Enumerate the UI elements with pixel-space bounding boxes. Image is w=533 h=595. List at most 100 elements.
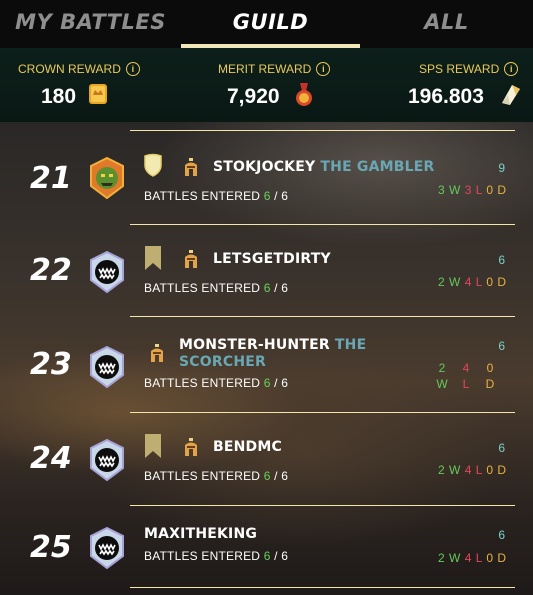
losses-count: 4 xyxy=(462,361,470,375)
wins-letter: W xyxy=(436,377,448,391)
banner-badge-icon xyxy=(145,246,161,270)
win-loss-draw: 2 W 4 L 0 D xyxy=(438,275,507,289)
orc-avatar-icon xyxy=(90,156,124,200)
player-name-text: MONSTER-HUNTER xyxy=(179,337,330,353)
wins-count: 2 xyxy=(438,551,446,565)
rank-number: 21 xyxy=(30,161,72,196)
crown-coin-icon xyxy=(89,84,107,104)
wins-letter: W xyxy=(449,183,461,197)
wins-letter: W xyxy=(449,275,461,289)
losses-letter: L xyxy=(462,377,470,391)
battles-entered-max: 6 xyxy=(281,469,289,483)
wins-count: 3 xyxy=(438,183,446,197)
row-divider xyxy=(130,587,515,588)
battles-entered-label: BATTLES ENTERED xyxy=(144,376,261,390)
merit-medal-icon xyxy=(296,83,312,106)
monster-avatar-icon xyxy=(90,345,124,389)
tab-guild[interactable]: GUILD xyxy=(181,0,360,48)
leaderboard-row[interactable]: 21 STOKJOCKEY THE GAMBLER BATTLES ENTERE… xyxy=(0,131,533,224)
banner-badge-icon xyxy=(145,434,161,458)
sps-reward-label: SPS REWARD i xyxy=(419,62,519,76)
win-loss-draw: 3 W 3 L 0 D xyxy=(438,183,507,197)
helmet-icon xyxy=(151,344,163,362)
rewards-bar: CROWN REWARD i 180 MERIT REWARD i 7,920 SP… xyxy=(0,48,533,122)
battles-entered-max: 6 xyxy=(281,281,289,295)
battles-entered-count: 6 xyxy=(263,281,271,295)
crown-reward-label-text: CROWN REWARD xyxy=(18,62,121,76)
player-name[interactable]: LETSGETDIRTY xyxy=(213,251,473,268)
draws-letter: D xyxy=(497,551,507,565)
win-loss-draw: 2 W 4 L 0 D xyxy=(438,551,507,565)
player-title: THE GAMBLER xyxy=(320,159,435,175)
draws-letter: D xyxy=(485,377,495,391)
total-battles: 6 xyxy=(498,253,505,267)
merit-reward-label: MERIT REWARD i xyxy=(218,62,331,76)
crown-reward-value: 180 xyxy=(41,85,77,108)
player-name[interactable]: MAXITHEKING xyxy=(144,526,404,543)
battles-entered-separator: / xyxy=(274,376,278,390)
sps-crystal-icon xyxy=(502,85,520,105)
battles-entered-max: 6 xyxy=(281,376,289,390)
wins-letter: W xyxy=(449,551,461,565)
helmet-icon xyxy=(185,158,197,176)
wins-letter: W xyxy=(449,463,461,477)
leaderboard-row[interactable]: 22 LETSGETDIRTY BATTLES ENTERED 6 / 6 6 … xyxy=(0,225,533,316)
battles-entered-count: 6 xyxy=(263,189,271,203)
losses-letter: L xyxy=(475,551,483,565)
tab-my-battles[interactable]: MY BATTLES xyxy=(0,0,181,48)
wins-count: 2 xyxy=(438,275,446,289)
battles-entered-count: 6 xyxy=(263,376,271,390)
battles-entered: BATTLES ENTERED 6 / 6 xyxy=(144,376,288,390)
rank-number: 23 xyxy=(30,347,72,382)
player-name-text: BENDMC xyxy=(213,439,282,455)
battles-entered-separator: / xyxy=(274,281,278,295)
player-name[interactable]: MONSTER-HUNTER THE SCORCHER xyxy=(179,337,379,371)
losses-letter: L xyxy=(475,275,483,289)
battles-entered-max: 6 xyxy=(281,549,289,563)
merit-reward-label-text: MERIT REWARD xyxy=(218,62,312,76)
leaderboard-row[interactable]: 2 4 BENDMC BATTLES ENTERED 6 / 6 6 2 W 4 … xyxy=(0,413,533,505)
draws-letter: D xyxy=(497,275,507,289)
tab-bar: MY BATTLES GUILD ALL xyxy=(0,0,533,48)
tab-all[interactable]: ALL xyxy=(360,0,533,48)
battles-entered-separator: / xyxy=(274,189,278,203)
info-icon[interactable]: i xyxy=(125,62,140,76)
monster-avatar-icon xyxy=(90,438,124,482)
leaderboard-row[interactable]: 25 MAXITHEKING BATTLES ENTERED 6 / 6 6 2… xyxy=(0,506,533,587)
losses-count: 4 xyxy=(464,463,472,477)
battles-entered-label: BATTLES ENTERED xyxy=(144,469,261,483)
helmet-icon xyxy=(185,250,197,268)
losses-letter: L xyxy=(475,463,483,477)
leaderboard-row[interactable]: 23 MONSTER-HUNTER THE SCORCHER BATTLES E… xyxy=(0,317,533,412)
draws-count: 0 xyxy=(486,361,494,375)
win-loss-draw: 2 W 4 L 0 D xyxy=(438,463,507,477)
losses-count: 3 xyxy=(464,183,472,197)
sps-reward-label-text: SPS REWARD xyxy=(419,62,500,76)
draws-count: 0 xyxy=(486,551,494,565)
battles-entered-max: 6 xyxy=(281,189,289,203)
battles-entered-label: BATTLES ENTERED xyxy=(144,189,261,203)
battles-entered-separator: / xyxy=(274,549,278,563)
player-name-text: LETSGETDIRTY xyxy=(213,251,331,267)
losses-letter: L xyxy=(475,183,483,197)
draws-letter: D xyxy=(497,183,507,197)
info-icon[interactable]: i xyxy=(316,62,331,76)
crown-reward-label: CROWN REWARD i xyxy=(18,62,140,76)
draws-count: 0 xyxy=(486,275,494,289)
battles-entered: BATTLES ENTERED 6 / 6 xyxy=(144,189,288,203)
helmet-icon xyxy=(185,438,197,456)
draws-count: 0 xyxy=(486,183,494,197)
player-name[interactable]: BENDMC xyxy=(213,439,473,456)
wins-count: 2 xyxy=(438,463,446,477)
info-icon[interactable]: i xyxy=(504,62,519,76)
monster-avatar-icon xyxy=(90,526,124,570)
shield-badge-icon xyxy=(144,153,162,177)
player-name[interactable]: STOKJOCKEY THE GAMBLER xyxy=(213,159,473,176)
merit-reward-value: 7,920 xyxy=(227,85,280,108)
monster-avatar-icon xyxy=(90,250,124,294)
wins-count: 2 xyxy=(438,361,446,375)
battles-entered: BATTLES ENTERED 6 / 6 xyxy=(144,469,288,483)
total-battles: 6 xyxy=(498,339,505,353)
battles-entered-label: BATTLES ENTERED xyxy=(144,281,261,295)
total-battles: 9 xyxy=(498,161,505,175)
